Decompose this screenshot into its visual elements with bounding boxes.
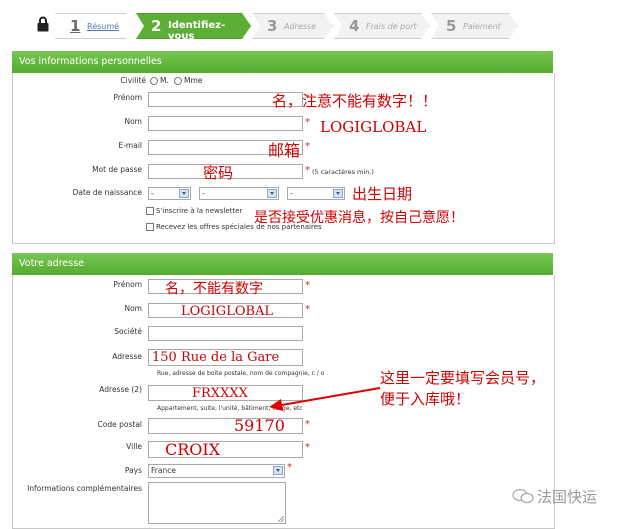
step-adresse: 3 Adresse — [252, 13, 333, 39]
birth-year-value: - — [290, 189, 293, 198]
email-label: E-mail — [118, 141, 142, 150]
personal-info-header: Vos informations personnelles — [12, 51, 553, 73]
required-mark: * — [287, 462, 292, 473]
addr-nom-label: Nom — [124, 304, 142, 313]
prenom-annotation: 名，注意不能有数字！！ — [272, 92, 438, 110]
adresse-label: Adresse — [112, 352, 142, 361]
civilite-label: Civilité — [120, 76, 146, 85]
step-number: 2 — [151, 17, 162, 35]
step-number: 3 — [267, 17, 278, 35]
checkout-steps: 1 Résumé 2 Identifiez-vous 3 Adresse 4 F… — [0, 0, 640, 48]
cp-value: 59170 — [234, 416, 285, 435]
email-annotation: 邮箱 — [268, 141, 301, 160]
ville-value: CROIX — [165, 440, 221, 459]
step-label: Identifiez-vous — [168, 20, 226, 42]
adresse2-label: Adresse (2) — [99, 385, 142, 394]
societe-label: Société — [114, 327, 142, 336]
required-mark: * — [305, 304, 310, 315]
chevron-down-icon — [273, 466, 283, 475]
adresse-hint: Rue, adresse de boite postale, nom de co… — [157, 370, 325, 377]
step-paiement: 5 Paiement — [431, 13, 518, 39]
radio-mme-label: Mme — [184, 76, 203, 85]
info-label: Informations complémentaires — [27, 484, 142, 493]
pays-label: Pays — [124, 466, 142, 475]
newsletter-label: S'inscrire à la newsletter — [156, 207, 243, 215]
password-hint: (5 caractères min.) — [312, 168, 374, 176]
addr-nom-value: LOGIGLOBAL — [181, 304, 274, 319]
radio-m-label: M. — [160, 76, 169, 85]
required-mark: * — [305, 117, 310, 128]
chevron-down-icon — [267, 189, 277, 198]
adresse-value: 150 Rue de la Gare — [152, 350, 280, 365]
required-mark: * — [305, 419, 310, 430]
info-textarea[interactable] — [148, 482, 286, 524]
step-label: Résumé — [87, 22, 120, 31]
nom-label: Nom — [124, 117, 142, 126]
required-mark: * — [305, 141, 310, 152]
pays-select[interactable]: France — [148, 464, 285, 478]
step-label: Adresse — [284, 22, 317, 31]
required-mark: * — [305, 442, 310, 453]
resize-handle-icon[interactable] — [278, 516, 284, 522]
adresse2-annotation-line2: 便于入库哦！ — [380, 390, 471, 408]
arrow-icon — [269, 387, 381, 411]
step-label: Frais de port — [366, 22, 417, 31]
addr-prenom-annotation: 名，不能有数字 — [165, 281, 263, 297]
addr-prenom-label: Prénom — [113, 280, 142, 289]
address-header: Votre adresse — [12, 253, 553, 275]
adresse2-value: FRXXXX — [192, 386, 248, 401]
radio-mme[interactable] — [174, 77, 182, 85]
step-resume[interactable]: 1 Résumé — [55, 13, 135, 39]
step-number: 5 — [446, 17, 457, 35]
newsletter-annotation: 是否接受优惠消息，按自己意愿！ — [254, 210, 464, 226]
wechat-icon — [512, 488, 534, 504]
required-mark: * — [305, 165, 310, 176]
cp-input[interactable]: 59170 — [148, 416, 303, 435]
required-mark: * — [305, 280, 310, 291]
ville-input[interactable]: CROIX — [148, 440, 303, 459]
step-number: 1 — [70, 17, 81, 35]
adresse-input[interactable]: 150 Rue de la Gare — [148, 349, 303, 366]
prenom-label: Prénom — [113, 93, 142, 102]
birth-annotation: 出生日期 — [352, 185, 413, 203]
pays-value: France — [151, 466, 176, 475]
password-label: Mot de passe — [92, 165, 142, 174]
adresse2-annotation-line1: 这里一定要填写会员号， — [380, 369, 546, 387]
step-number: 4 — [349, 17, 360, 35]
step-frais-de-port: 4 Frais de port — [334, 13, 430, 39]
addr-nom-input[interactable]: LOGIGLOBAL — [148, 303, 303, 319]
birth-month-select[interactable]: - — [199, 187, 279, 200]
nom-annotation: LOGIGLOBAL — [320, 118, 427, 136]
chevron-down-icon — [333, 189, 343, 198]
step-identifiez-vous: 2 Identifiez-vous — [136, 13, 251, 39]
ville-label: Ville — [126, 442, 142, 451]
newsletter-checkbox[interactable] — [146, 207, 154, 215]
birth-day-value: - — [151, 189, 154, 198]
addr-prenom-input[interactable]: 名，不能有数字 — [148, 279, 303, 297]
birth-day-select[interactable]: - — [148, 187, 191, 200]
birth-label: Date de naissance — [72, 188, 142, 197]
societe-input[interactable] — [148, 326, 303, 341]
chevron-down-icon — [179, 189, 189, 198]
offers-checkbox[interactable] — [146, 223, 154, 231]
step-label: Paiement — [463, 22, 501, 31]
watermark: 法国快运 — [537, 488, 598, 506]
cp-label: Code postal — [97, 420, 142, 429]
nom-input[interactable] — [148, 116, 303, 131]
birth-year-select[interactable]: - — [287, 187, 345, 200]
radio-m[interactable] — [150, 77, 158, 85]
birth-month-value: - — [202, 189, 205, 198]
password-annotation: 密码 — [203, 164, 234, 182]
lock-icon — [37, 16, 49, 32]
